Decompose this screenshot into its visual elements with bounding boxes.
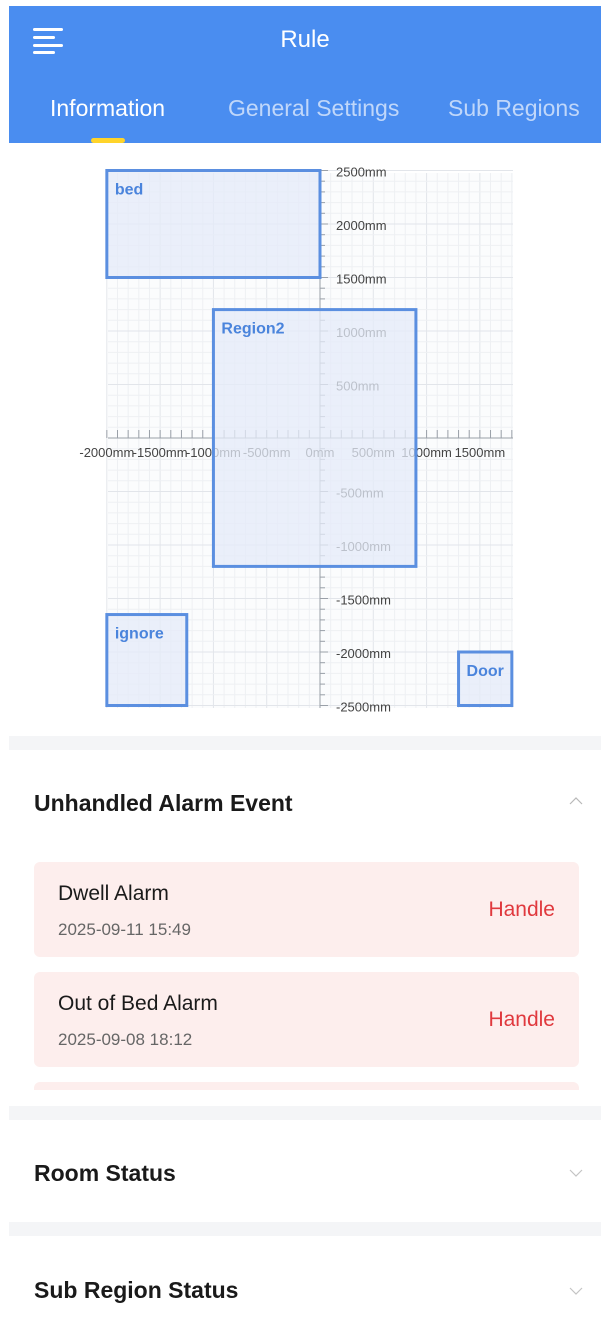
alarm-event-card[interactable]: Dwell Alarm 2025-09-11 15:49 Handle (34, 862, 579, 957)
chevron-up-icon[interactable] (569, 794, 583, 808)
app-header: Rule Information General Settings Sub Re… (9, 6, 601, 143)
handle-button[interactable]: Handle (488, 898, 555, 922)
alarm-event-card-partial[interactable] (34, 1082, 579, 1090)
alarm-section-title: Unhandled Alarm Event (34, 790, 293, 816)
section-divider (9, 1106, 601, 1120)
x-tick-label: -1500mm (133, 445, 188, 460)
y-tick-label: -1500mm (336, 593, 391, 608)
alarm-event-time: 2025-09-11 15:49 (58, 920, 191, 939)
alarm-event-name: Dwell Alarm (58, 882, 169, 905)
alarm-event-time: 2025-09-08 18:12 (58, 1030, 193, 1049)
section-divider (9, 1222, 601, 1236)
tab-general-settings[interactable]: General Settings (228, 95, 399, 122)
region-map: -2000mm-1500mm-1000mm-500mm0mm500mm1000m… (0, 143, 601, 723)
chevron-down-icon[interactable] (569, 1166, 583, 1180)
chevron-down-icon[interactable] (569, 1284, 583, 1298)
alarm-event-card[interactable]: Out of Bed Alarm 2025-09-08 18:12 Handle (34, 972, 579, 1067)
x-tick-label: 1500mm (455, 445, 506, 460)
sub-region-status-title[interactable]: Sub Region Status (34, 1277, 238, 1304)
x-tick-label: -2000mm (79, 445, 134, 460)
handle-button[interactable]: Handle (488, 1008, 555, 1032)
room-status-title[interactable]: Room Status (34, 1160, 176, 1187)
alarm-event-name: Out of Bed Alarm (58, 992, 218, 1015)
region-label-region2: Region2 (221, 321, 284, 338)
region-label-door: Door (467, 663, 504, 680)
region-map-canvas: -2000mm-1500mm-1000mm-500mm0mm500mm1000m… (79, 165, 514, 715)
region-label-bed: bed (115, 182, 143, 199)
y-tick-label: 1500mm (336, 272, 387, 287)
y-tick-label: 2500mm (336, 165, 387, 180)
region-label-ignore: ignore (115, 626, 164, 643)
tab-sub-regions[interactable]: Sub Regions (448, 95, 580, 122)
tab-bar: Information General Settings Sub Regions (9, 92, 601, 143)
y-tick-label: -2500mm (336, 700, 391, 715)
y-tick-label: -2000mm (336, 646, 391, 661)
y-tick-label: 2000mm (336, 218, 387, 233)
alarm-event-list: Dwell Alarm 2025-09-11 15:49 Handle Out … (34, 862, 579, 1090)
tab-information[interactable]: Information (50, 95, 165, 122)
page-title: Rule (280, 26, 330, 53)
section-divider (9, 736, 601, 750)
region-box-region2 (211, 308, 418, 568)
